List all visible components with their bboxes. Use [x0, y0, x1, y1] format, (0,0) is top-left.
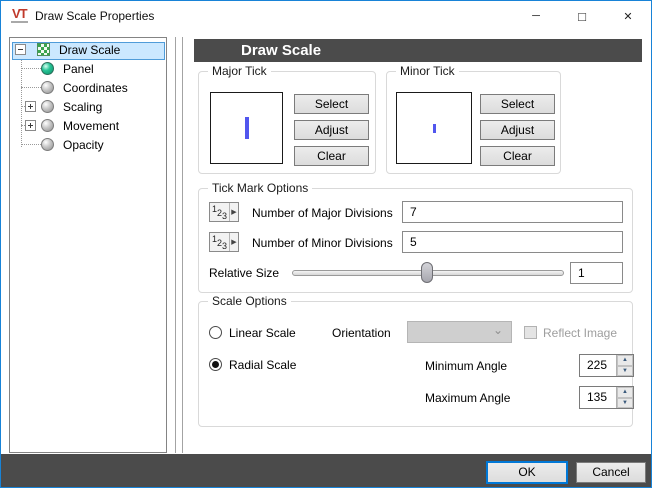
scale-options-group: Scale Options Linear Scale Orientation ⌄… — [198, 301, 633, 427]
major-tick-group: Major Tick Select Adjust Clear — [198, 71, 376, 174]
tick-mark-options-group: Tick Mark Options 123 ▶ Number of Major … — [198, 188, 633, 293]
arrow-down-icon: ▼ — [622, 400, 628, 406]
property-tree: Draw Scale Panel Coordinates Scaling Mov… — [9, 37, 167, 453]
tree-item-label: Movement — [63, 119, 119, 133]
chevron-down-icon: ⌄ — [493, 323, 503, 337]
stepper-arrow-icon: ▶ — [230, 233, 238, 251]
panel-sphere-icon — [41, 62, 54, 75]
tick-mark-options-group-label: Tick Mark Options — [208, 181, 312, 195]
numbers-123-icon: 123 — [210, 233, 230, 251]
major-tick-adjust-button[interactable]: Adjust — [294, 120, 369, 140]
major-divisions-input[interactable] — [402, 201, 623, 223]
major-tick-clear-button[interactable]: Clear — [294, 146, 369, 166]
minimum-angle-spinbox[interactable]: 225 ▲ ▼ — [579, 354, 634, 377]
tree-item-scaling[interactable]: Scaling — [10, 97, 166, 116]
coordinates-sphere-icon — [41, 81, 54, 94]
radial-scale-radio[interactable] — [209, 358, 222, 371]
maximum-angle-spinbox[interactable]: 135 ▲ ▼ — [579, 386, 634, 409]
draw-scale-grid-icon — [37, 43, 50, 56]
close-icon: ✕ — [623, 10, 632, 23]
reflect-image-checkbox — [524, 326, 537, 339]
major-divisions-stepper[interactable]: 123 ▶ — [209, 202, 239, 222]
minor-tick-adjust-button[interactable]: Adjust — [480, 120, 555, 140]
tree-item-label: Coordinates — [63, 81, 128, 95]
relative-size-input[interactable] — [570, 262, 623, 284]
major-tick-glyph — [245, 117, 249, 139]
arrow-down-icon: ▼ — [622, 368, 628, 374]
minor-tick-preview — [396, 92, 472, 164]
arrow-up-icon: ▲ — [622, 357, 628, 363]
tree-item-movement[interactable]: Movement — [10, 116, 166, 135]
expand-plus-icon[interactable] — [25, 120, 36, 131]
relative-size-label: Relative Size — [209, 266, 279, 280]
window-controls: ─ □ ✕ — [513, 1, 651, 31]
title-bar: VT Draw Scale Properties ─ □ ✕ — [1, 1, 651, 31]
relative-size-slider-thumb[interactable] — [421, 262, 433, 283]
minor-divisions-input[interactable] — [402, 231, 623, 253]
arrow-up-icon: ▲ — [622, 389, 628, 395]
minor-tick-glyph — [433, 124, 436, 133]
major-tick-select-button[interactable]: Select — [294, 94, 369, 114]
minimum-angle-value: 225 — [580, 355, 616, 376]
close-button[interactable]: ✕ — [605, 1, 651, 31]
minor-tick-group: Minor Tick Select Adjust Clear — [386, 71, 561, 174]
movement-sphere-icon — [41, 119, 54, 132]
reflect-image-label: Reflect Image — [543, 326, 617, 340]
major-tick-preview — [210, 92, 283, 164]
spin-up-button[interactable]: ▲ — [617, 355, 633, 366]
panel-splitter[interactable] — [175, 37, 183, 453]
maximum-angle-label: Maximum Angle — [425, 391, 510, 405]
linear-scale-label: Linear Scale — [229, 326, 296, 340]
maximize-icon: □ — [578, 9, 586, 24]
tree-item-coordinates[interactable]: Coordinates — [10, 78, 166, 97]
stepper-arrow-icon: ▶ — [230, 203, 238, 221]
tree-item-label: Scaling — [63, 100, 102, 114]
spin-down-button[interactable]: ▼ — [617, 366, 633, 377]
page-title-bar: Draw Scale — [194, 39, 642, 62]
minor-tick-select-button[interactable]: Select — [480, 94, 555, 114]
minimize-button[interactable]: ─ — [513, 1, 559, 31]
app-logo-icon: VT — [11, 7, 28, 23]
draw-scale-properties-window: VT Draw Scale Properties ─ □ ✕ Draw Scal… — [0, 0, 652, 488]
collapse-minus-icon[interactable] — [15, 44, 26, 55]
scale-options-group-label: Scale Options — [208, 294, 291, 308]
orientation-label: Orientation — [332, 326, 391, 340]
spin-up-button[interactable]: ▲ — [617, 387, 633, 398]
major-divisions-label: Number of Major Divisions — [252, 206, 393, 220]
tree-item-draw-scale[interactable]: Draw Scale — [10, 40, 166, 59]
tree-item-panel[interactable]: Panel — [10, 59, 166, 78]
radial-scale-label: Radial Scale — [229, 358, 296, 372]
scaling-sphere-icon — [41, 100, 54, 113]
maximize-button[interactable]: □ — [559, 1, 605, 31]
minor-divisions-stepper[interactable]: 123 ▶ — [209, 232, 239, 252]
tree-item-label: Panel — [63, 62, 94, 76]
minimum-angle-label: Minimum Angle — [425, 359, 507, 373]
tree-item-opacity[interactable]: Opacity — [10, 135, 166, 154]
major-tick-group-label: Major Tick — [208, 64, 271, 78]
linear-scale-radio[interactable] — [209, 326, 222, 339]
tree-item-label: Opacity — [63, 138, 104, 152]
spin-down-button[interactable]: ▼ — [617, 398, 633, 409]
numbers-123-icon: 123 — [210, 203, 230, 221]
minor-tick-group-label: Minor Tick — [396, 64, 459, 78]
expand-plus-icon[interactable] — [25, 101, 36, 112]
ok-button[interactable]: OK — [487, 462, 567, 483]
cancel-button[interactable]: Cancel — [576, 462, 646, 483]
minor-tick-clear-button[interactable]: Clear — [480, 146, 555, 166]
minor-divisions-label: Number of Minor Divisions — [252, 236, 393, 250]
opacity-sphere-icon — [41, 138, 54, 151]
page-title: Draw Scale — [194, 39, 642, 62]
minimize-icon: ─ — [532, 10, 540, 22]
tree-item-label: Draw Scale — [59, 43, 120, 57]
maximum-angle-value: 135 — [580, 387, 616, 408]
window-title: Draw Scale Properties — [35, 9, 154, 23]
orientation-dropdown: ⌄ — [407, 321, 512, 343]
